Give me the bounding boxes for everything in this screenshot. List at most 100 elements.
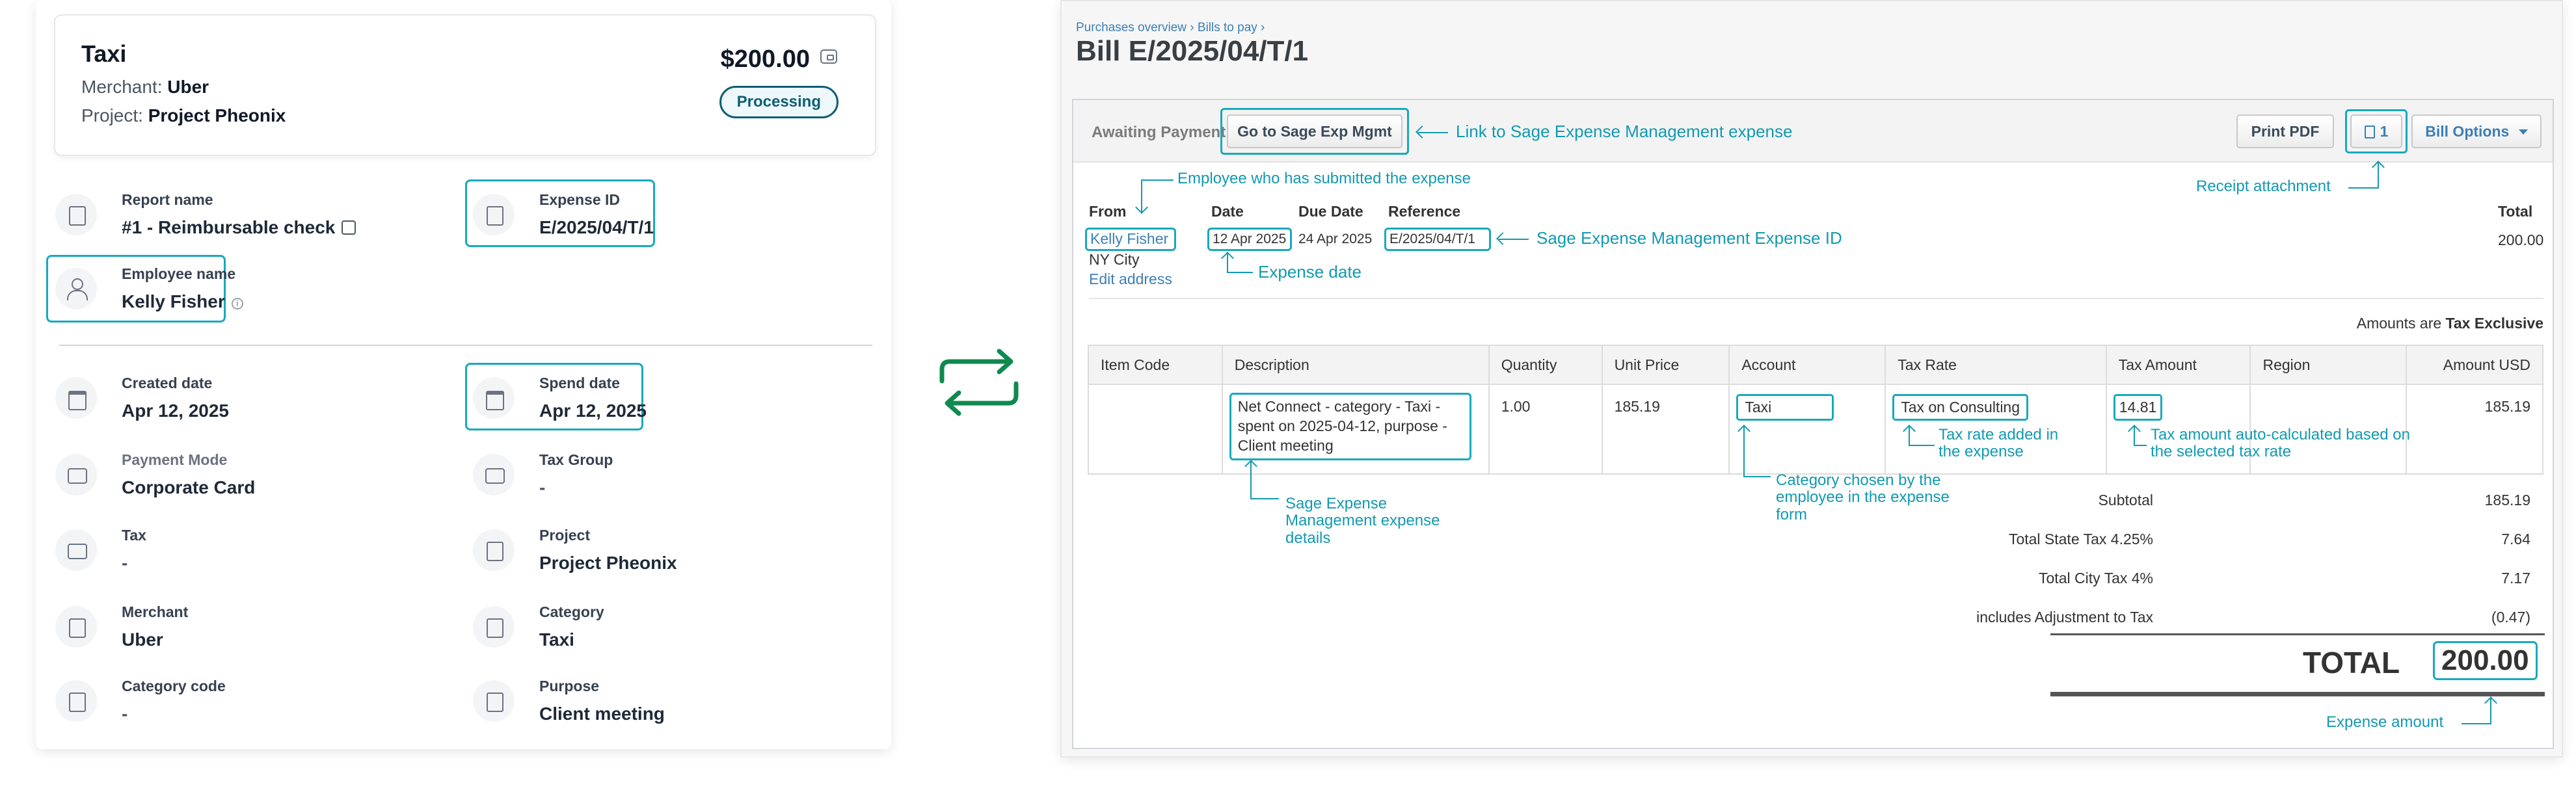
bill-header-total: 200.00 bbox=[2498, 231, 2544, 248]
expense-title: Taxi bbox=[81, 40, 127, 67]
amounts-are-value: Tax Exclusive bbox=[2445, 315, 2543, 332]
spend-date-value: Apr 12, 2025 bbox=[539, 401, 647, 421]
amount-arrow bbox=[2490, 698, 2491, 724]
project-value: Project Pheonix bbox=[539, 553, 677, 573]
from-name-link[interactable]: Kelly Fisher bbox=[1090, 230, 1168, 248]
amounts-are: Amounts are Tax Exclusive bbox=[2356, 315, 2543, 332]
wallet-icon bbox=[473, 454, 515, 495]
document-icon bbox=[55, 606, 97, 648]
expense-id-value: E/2025/04/T/1 bbox=[539, 217, 654, 237]
document-icon bbox=[473, 680, 515, 722]
from-city: NY City bbox=[1089, 251, 1140, 268]
wallet-icon bbox=[55, 454, 97, 495]
comparison-stage: Taxi Merchant: Uber Project: Project Phe… bbox=[0, 0, 2576, 792]
calendar-icon bbox=[55, 377, 97, 419]
external-link-icon[interactable] bbox=[342, 220, 356, 235]
bill-date: 12 Apr 2025 bbox=[1213, 231, 1287, 246]
sync-arrows-icon bbox=[939, 349, 1019, 416]
document-icon bbox=[473, 194, 515, 235]
user-icon bbox=[55, 268, 97, 310]
breadcrumb[interactable]: Purchases overview › Bills to pay › bbox=[1076, 21, 1265, 35]
purpose-value: Client meeting bbox=[539, 704, 665, 724]
annotation-expense-id: Sage Expense Management Expense ID bbox=[1499, 229, 1842, 248]
employee-name-value: Kelly Fisher bbox=[122, 291, 225, 311]
go-to-sage-button[interactable]: Go to Sage Exp Mgmt bbox=[1227, 114, 1402, 148]
date-arrow bbox=[1227, 254, 1228, 273]
annotation-tax-amount: Tax amount auto-calculated based on the … bbox=[2151, 426, 2410, 461]
tax-amount-arrow bbox=[2134, 427, 2135, 446]
summary-project: Project: Project Pheonix bbox=[81, 105, 286, 125]
details-arrow bbox=[1250, 462, 1252, 499]
state-tax-label: Total State Tax 4.25% bbox=[2008, 531, 2153, 548]
tax-group-value: - bbox=[539, 477, 546, 497]
tax-value: - bbox=[122, 553, 128, 573]
summary-project-value: Project Pheonix bbox=[148, 105, 286, 125]
section-divider bbox=[59, 345, 872, 346]
document-icon bbox=[473, 606, 515, 648]
city-tax-label: Total City Tax 4% bbox=[2039, 570, 2153, 587]
annotation-employee: Employee who has submitted the expense bbox=[1177, 170, 1471, 187]
bill-options-button[interactable]: Bill Options bbox=[2411, 114, 2542, 148]
bill-status: Awaiting Payment bbox=[1092, 124, 1226, 141]
annotation-receipt: Receipt attachment bbox=[2196, 178, 2331, 195]
receipt-arrow bbox=[2378, 163, 2379, 189]
cell-description[interactable]: Net Connect - category - Taxi - spent on… bbox=[1229, 393, 1471, 460]
created-date-value: Apr 12, 2025 bbox=[122, 401, 229, 421]
subtotal-label: Subtotal bbox=[2098, 492, 2153, 508]
document-icon bbox=[473, 529, 515, 571]
annotation-amount: Expense amount bbox=[2326, 713, 2444, 731]
cell-tax-amount[interactable]: 14.81 bbox=[2113, 394, 2163, 421]
expense-amount: $200.00 bbox=[720, 46, 810, 73]
chevron-down-icon bbox=[2518, 129, 2528, 135]
bill-due-date: 24 Apr 2025 bbox=[1298, 231, 1373, 246]
summary-merchant-value: Uber bbox=[167, 77, 209, 97]
calendar-icon bbox=[473, 377, 515, 419]
annotation-details: Sage Expense Management expense details bbox=[1285, 495, 1440, 547]
cell-item-code[interactable] bbox=[1088, 384, 1223, 475]
state-tax-value: 7.64 bbox=[2501, 531, 2530, 548]
expense-detail-panel: Taxi Merchant: Uber Project: Project Phe… bbox=[36, 0, 891, 749]
document-icon bbox=[55, 680, 97, 722]
total-rule-bottom bbox=[2050, 692, 2545, 696]
annotation-sage-link: Link to Sage Expense Management expense bbox=[1418, 122, 1792, 141]
attachment-count: 1 bbox=[2380, 123, 2389, 140]
table-header-row: Item Code Description Quantity Unit Pric… bbox=[1088, 345, 2543, 385]
grand-total-value: 200.00 bbox=[2433, 641, 2538, 680]
wallet-icon bbox=[820, 49, 837, 64]
payment-mode-value: Corporate Card bbox=[122, 477, 256, 497]
cell-unit-price[interactable]: 185.19 bbox=[1601, 384, 1730, 475]
annotation-tax-rate: Tax rate added in the expense bbox=[1939, 426, 2059, 461]
adjustment-label: includes Adjustment to Tax bbox=[1976, 609, 2153, 626]
bill-body: Awaiting Payment Go to Sage Exp Mgmt Lin… bbox=[1072, 99, 2554, 749]
edit-address-link[interactable]: Edit address bbox=[1089, 271, 1172, 288]
subtotal-value: 185.19 bbox=[2484, 492, 2530, 508]
cell-amount[interactable]: 185.19 bbox=[2406, 384, 2543, 475]
category-value: Taxi bbox=[539, 629, 574, 650]
category-arrow bbox=[1743, 427, 1745, 477]
bill-reference: E/2025/04/T/1 bbox=[1389, 231, 1475, 246]
cell-tax-rate[interactable]: Tax on Consulting bbox=[1892, 394, 2029, 421]
wallet-icon bbox=[55, 529, 97, 571]
merchant-value: Uber bbox=[122, 629, 163, 650]
cell-account[interactable]: Taxi bbox=[1736, 394, 1834, 421]
employee-arrow bbox=[1141, 179, 1142, 212]
tax-rate-arrow bbox=[1909, 427, 1910, 446]
info-icon[interactable]: i bbox=[231, 298, 243, 310]
folder-icon bbox=[55, 194, 97, 235]
attachment-icon bbox=[2364, 125, 2375, 139]
attachment-button[interactable]: 1 bbox=[2350, 114, 2402, 148]
page-title: Bill E/2025/04/T/1 bbox=[1076, 35, 1309, 67]
total-rule-top bbox=[2050, 633, 2545, 635]
print-pdf-button[interactable]: Print PDF bbox=[2236, 114, 2334, 148]
cell-quantity[interactable]: 1.00 bbox=[1488, 384, 1603, 475]
adjustment-value: (0.47) bbox=[2491, 609, 2530, 626]
status-badge: Processing bbox=[719, 86, 839, 118]
annotation-expense-date: Expense date bbox=[1258, 262, 1362, 282]
expense-summary-card: Taxi Merchant: Uber Project: Project Phe… bbox=[54, 14, 876, 156]
grand-total-label: TOTAL bbox=[2303, 646, 2400, 680]
report-name-link[interactable]: #1 - Reimbursable check bbox=[122, 217, 335, 237]
category-code-value: - bbox=[122, 704, 128, 724]
city-tax-value: 7.17 bbox=[2501, 570, 2530, 587]
bill-toolbar: Awaiting Payment Go to Sage Exp Mgmt Lin… bbox=[1073, 100, 2553, 163]
summary-merchant: Merchant: Uber bbox=[81, 77, 209, 97]
